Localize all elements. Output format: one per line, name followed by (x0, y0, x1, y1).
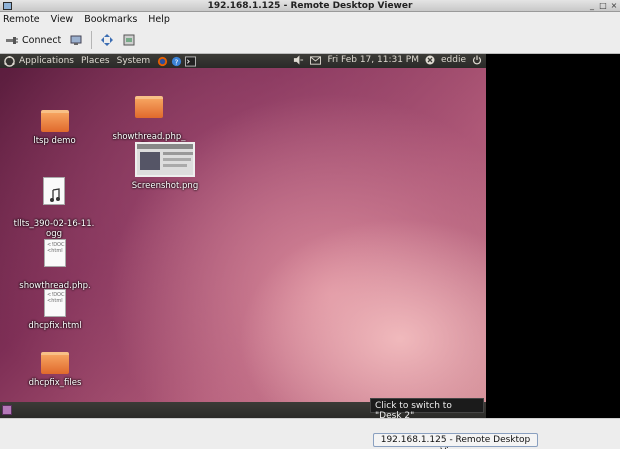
panel-username[interactable]: eddie (441, 55, 466, 65)
panel-menu-places[interactable]: Places (81, 56, 110, 66)
menu-remote[interactable]: Remote (3, 14, 40, 25)
html-file-icon: <!DOC <html (44, 289, 66, 317)
toolbar: Connect (0, 27, 620, 54)
desktop-icon-dhcpfix-files[interactable]: dhcpfix_files (20, 352, 90, 388)
panel-menu-system[interactable]: System (117, 56, 151, 66)
svg-text:?: ? (175, 57, 179, 66)
user-status-icon[interactable] (425, 55, 435, 65)
panel-clock[interactable]: Fri Feb 17, 11:31 PM (327, 55, 419, 65)
fullscreen-arrows-icon (101, 34, 114, 46)
folder-icon (40, 110, 69, 132)
panel-menu-applications[interactable]: Applications (19, 56, 74, 66)
minimize-button[interactable]: _ (588, 1, 596, 11)
help-icon[interactable]: ? (171, 56, 182, 67)
remote-desktop-view[interactable]: Applications Places System ? Fri Feb 17,… (0, 54, 486, 418)
connect-button[interactable]: Connect (5, 33, 61, 47)
window-titlebar[interactable]: 192.168.1.125 - Remote Desktop Viewer _ … (0, 0, 620, 12)
screenshot-button[interactable] (122, 33, 136, 47)
disconnect-button[interactable] (69, 33, 83, 47)
firefox-icon[interactable] (157, 56, 168, 67)
desktop-icon-screenshot[interactable]: Screenshot.png (124, 142, 206, 191)
terminal-icon[interactable] (185, 55, 197, 67)
mail-icon[interactable] (310, 55, 322, 65)
connect-plug-icon (6, 37, 18, 44)
window-title: 192.168.1.125 - Remote Desktop Viewer (207, 1, 413, 11)
toolbar-separator (91, 31, 93, 49)
volume-icon[interactable] (293, 55, 304, 65)
show-desktop-icon[interactable] (2, 405, 12, 415)
desktop-icon-dhcpfix-html[interactable]: <!DOC <html dhcpfix.html (20, 289, 90, 331)
maximize-button[interactable]: □ (599, 1, 607, 11)
remote-top-panel: Applications Places System ? Fri Feb 17,… (0, 54, 486, 68)
folder-icon (135, 96, 163, 118)
ubuntu-logo-icon[interactable] (4, 55, 15, 67)
folder-icon (41, 352, 69, 374)
desktop-icon-label: ltsp demo (33, 136, 76, 146)
menu-help[interactable]: Help (148, 14, 170, 25)
network-icon (70, 35, 82, 45)
menu-bookmarks[interactable]: Bookmarks (84, 14, 137, 25)
desktop-icon-label: dhcpfix_files (28, 378, 82, 388)
desktop-icon-ltsp-demo[interactable]: ltsp demo (22, 110, 87, 146)
taskbar-window-button[interactable]: 192.168.1.125 - Remote Desktop Viewer (373, 433, 538, 449)
workspace-tooltip: Click to switch to "Desk 2" (370, 398, 484, 421)
html-file-icon: <!DOC <html (44, 239, 66, 267)
desktop-icon-label: Screenshot.png (131, 181, 199, 191)
connect-label: Connect (22, 34, 62, 46)
power-icon[interactable] (472, 55, 482, 65)
close-button[interactable]: × (610, 1, 618, 11)
fullscreen-button[interactable] (100, 33, 114, 47)
menu-view[interactable]: View (51, 14, 74, 25)
audio-file-icon (43, 177, 65, 205)
screenshot-icon (123, 34, 135, 46)
host-taskbar: 192.168.1.125 - Remote Desktop Viewer (0, 418, 620, 449)
desktop-icon-label: dhcpfix.html (28, 321, 82, 331)
menubar: Remote View Bookmarks Help (0, 12, 620, 27)
image-thumbnail-icon (135, 142, 195, 177)
